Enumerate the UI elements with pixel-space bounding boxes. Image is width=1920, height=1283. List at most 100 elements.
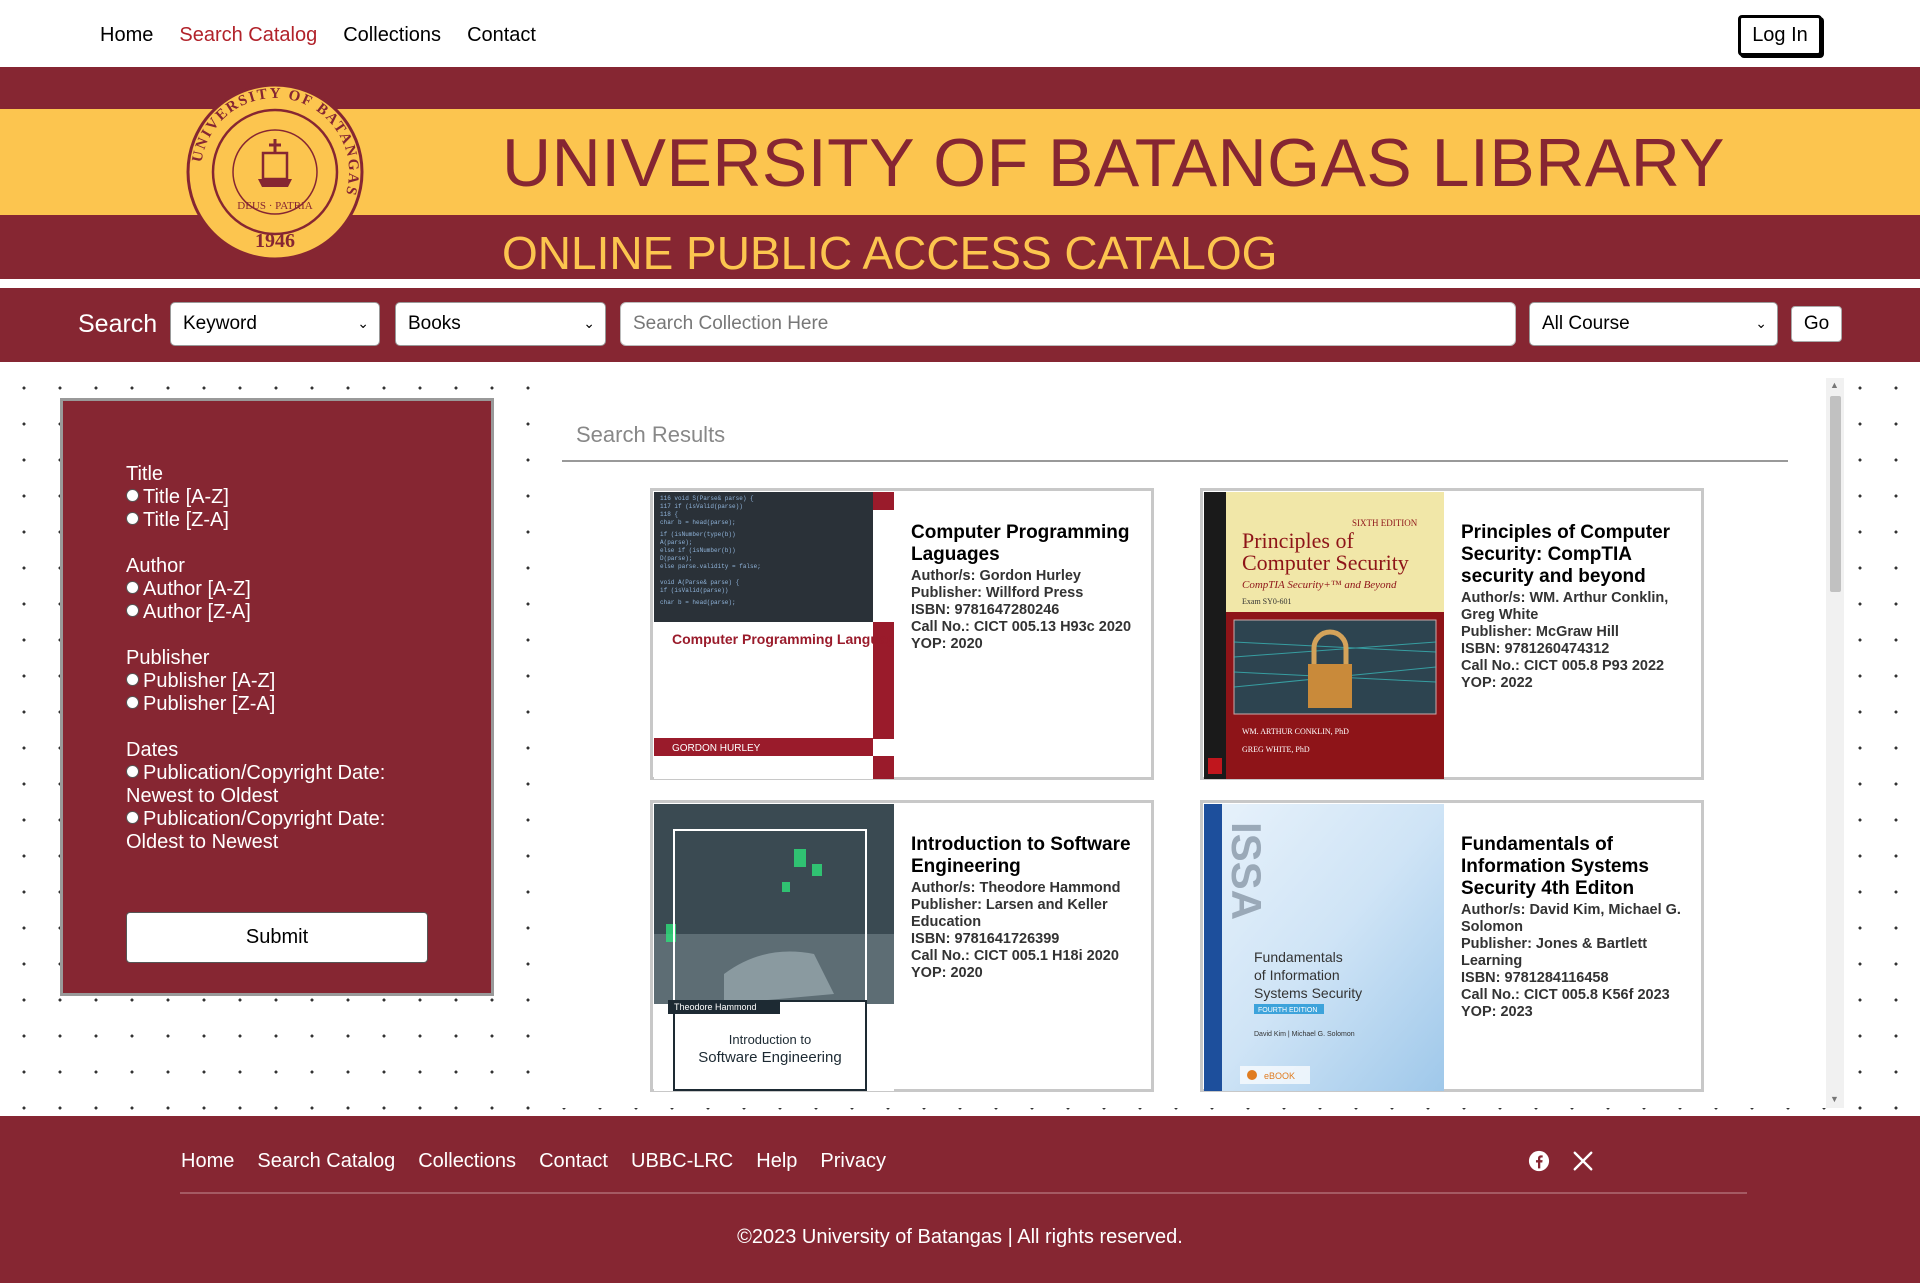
svg-text:DEUS · PATRIA: DEUS · PATRIA bbox=[237, 200, 312, 212]
university-seal-logo: UNIVERSITY OF BATANGAS 1946 DEUS · PATRI… bbox=[186, 83, 364, 261]
radio-author-az[interactable]: Author [A-Z] bbox=[126, 578, 426, 601]
book-cover: Theodore Hammond Introduction to Softwar… bbox=[654, 804, 894, 1091]
nav-search-catalog[interactable]: Search Catalog bbox=[179, 24, 317, 47]
book-yop: YOP: 2022 bbox=[1461, 675, 1533, 691]
svg-text:117 if (isValid(parse)): 117 if (isValid(parse)) bbox=[660, 503, 743, 510]
svg-text:116 void S(Parse& parse) {: 116 void S(Parse& parse) { bbox=[660, 495, 754, 502]
radio-date-newest[interactable]: Publication/Copyright Date: Newest to Ol… bbox=[126, 762, 426, 808]
book-isbn: ISBN: 9781284116458 bbox=[1461, 970, 1609, 986]
radio-publisher-za[interactable]: Publisher [Z-A] bbox=[126, 693, 426, 716]
material-type-select-value: Books bbox=[408, 313, 461, 334]
svg-text:else parse.validity = false;: else parse.validity = false; bbox=[660, 563, 761, 570]
library-banner: UNIVERSITY OF BATANGAS 1946 DEUS · PATRI… bbox=[0, 67, 1920, 279]
book-publisher: Publisher: Jones & Bartlett Learning bbox=[1461, 936, 1648, 969]
footer-link-contact[interactable]: Contact bbox=[539, 1150, 608, 1173]
chevron-down-icon: ⌄ bbox=[583, 315, 595, 331]
book-card[interactable]: SIXTH EDITION Principles of Computer Sec… bbox=[1200, 488, 1704, 780]
filter-group-title: Title Title [A-Z] Title [Z-A] bbox=[126, 463, 426, 532]
book-card[interactable]: 116 void S(Parse& parse) { 117 if (isVal… bbox=[650, 488, 1154, 780]
book-card[interactable]: Theodore Hammond Introduction to Softwar… bbox=[650, 800, 1154, 1092]
submit-button[interactable]: Submit bbox=[126, 912, 428, 963]
filter-group-dates: Dates Publication/Copyright Date: Newest… bbox=[126, 739, 426, 854]
cover-author: Theodore Hammond bbox=[674, 1002, 757, 1012]
radio-icon[interactable] bbox=[126, 489, 139, 502]
radio-icon[interactable] bbox=[126, 512, 139, 525]
cover-exam: Exam SY0-601 bbox=[1242, 597, 1292, 606]
search-field-select[interactable]: Keyword ⌄ bbox=[170, 302, 380, 346]
radio-icon[interactable] bbox=[126, 811, 139, 824]
nav-home[interactable]: Home bbox=[100, 24, 153, 47]
banner-subtitle: ONLINE PUBLIC ACCESS CATALOG bbox=[502, 227, 1278, 279]
book-cover: SIXTH EDITION Principles of Computer Sec… bbox=[1204, 492, 1444, 779]
book-title[interactable]: Principles of Computer Security: CompTIA… bbox=[1461, 522, 1693, 588]
footer-link-help[interactable]: Help bbox=[756, 1150, 797, 1173]
x-icon[interactable] bbox=[1572, 1150, 1594, 1172]
sort-filter-panel: Title Title [A-Z] Title [Z-A] Author Aut… bbox=[60, 398, 494, 996]
radio-icon[interactable] bbox=[126, 673, 139, 686]
chevron-down-icon: ⌄ bbox=[1755, 315, 1767, 331]
footer-link-search-catalog[interactable]: Search Catalog bbox=[257, 1150, 395, 1173]
svg-text:if (isNumber(type(b)): if (isNumber(type(b)) bbox=[660, 531, 736, 538]
radio-label: Publisher [Z-A] bbox=[143, 693, 276, 715]
scroll-up-arrow-icon[interactable]: ▲ bbox=[1830, 380, 1839, 390]
book-yop: YOP: 2020 bbox=[911, 636, 983, 652]
cover-authors: David Kim | Michael G. Solomon bbox=[1254, 1031, 1355, 1038]
radio-label: Author [Z-A] bbox=[143, 601, 251, 623]
filter-heading: Author bbox=[126, 555, 185, 577]
nav-collections[interactable]: Collections bbox=[343, 24, 441, 47]
nav-contact[interactable]: Contact bbox=[467, 24, 536, 47]
book-call-no: Call No.: CICT 005.1 H18i 2020 bbox=[911, 948, 1119, 964]
book-cover: 116 void S(Parse& parse) { 117 if (isVal… bbox=[654, 492, 894, 779]
radio-title-az[interactable]: Title [A-Z] bbox=[126, 486, 426, 509]
radio-label: Author [A-Z] bbox=[143, 578, 251, 600]
radio-date-oldest[interactable]: Publication/Copyright Date: Oldest to Ne… bbox=[126, 808, 426, 854]
results-scrollbar[interactable]: ▲ ▼ bbox=[1826, 378, 1844, 1108]
book-title[interactable]: Fundamentals of Information Systems Secu… bbox=[1461, 834, 1693, 900]
book-title[interactable]: Introduction to Software Engineering bbox=[911, 834, 1143, 878]
facebook-icon[interactable] bbox=[1528, 1150, 1550, 1172]
footer-link-home[interactable]: Home bbox=[181, 1150, 234, 1173]
radio-icon[interactable] bbox=[126, 765, 139, 778]
book-authors: Author/s: WM. Arthur Conklin, Greg White bbox=[1461, 590, 1669, 623]
filter-heading: Publisher bbox=[126, 647, 210, 669]
radio-label: Publication/Copyright Date: Oldest to Ne… bbox=[126, 808, 386, 853]
book-yop: YOP: 2023 bbox=[1461, 1004, 1533, 1020]
material-type-select[interactable]: Books ⌄ bbox=[395, 302, 606, 346]
svg-text:char b = head(parse);: char b = head(parse); bbox=[660, 599, 736, 606]
scroll-down-arrow-icon[interactable]: ▼ bbox=[1830, 1094, 1839, 1104]
radio-label: Publisher [A-Z] bbox=[143, 670, 276, 692]
book-title[interactable]: Computer Programming Laguages bbox=[911, 522, 1143, 566]
radio-label: Title [Z-A] bbox=[143, 509, 229, 531]
search-label: Search bbox=[78, 310, 158, 338]
cover-badge: eBOOK bbox=[1264, 1071, 1295, 1081]
course-select-value: All Course bbox=[1542, 313, 1630, 334]
login-button[interactable]: Log In bbox=[1738, 15, 1822, 56]
search-bar: Search Keyword ⌄ Books ⌄ Search Collecti… bbox=[0, 288, 1920, 362]
book-info: Computer Programming Laguages Author/s: … bbox=[911, 522, 1143, 653]
radio-icon[interactable] bbox=[126, 604, 139, 617]
scrollbar-thumb[interactable] bbox=[1830, 396, 1841, 592]
book-isbn: ISBN: 9781641726399 bbox=[911, 931, 1060, 947]
search-results-panel: Search Results 116 void S(Parse& parse) … bbox=[548, 378, 1844, 1108]
social-links bbox=[1528, 1150, 1594, 1172]
footer-link-privacy[interactable]: Privacy bbox=[820, 1150, 886, 1173]
radio-icon[interactable] bbox=[126, 581, 139, 594]
book-authors: Author/s: Gordon Hurley bbox=[911, 568, 1081, 584]
footer-link-collections[interactable]: Collections bbox=[418, 1150, 516, 1173]
footer-links: Home Search Catalog Collections Contact … bbox=[181, 1150, 886, 1173]
radio-label: Publication/Copyright Date: Newest to Ol… bbox=[126, 762, 386, 807]
go-button[interactable]: Go bbox=[1791, 306, 1842, 342]
radio-publisher-az[interactable]: Publisher [A-Z] bbox=[126, 670, 426, 693]
book-info: Introduction to Software Engineering Aut… bbox=[911, 834, 1143, 982]
radio-title-za[interactable]: Title [Z-A] bbox=[126, 509, 426, 532]
footer-link-ubbc-lrc[interactable]: UBBC-LRC bbox=[631, 1150, 733, 1173]
svg-text:1946: 1946 bbox=[255, 230, 295, 252]
course-select[interactable]: All Course ⌄ bbox=[1529, 302, 1778, 346]
radio-author-za[interactable]: Author [Z-A] bbox=[126, 601, 426, 624]
search-input[interactable]: Search Collection Here bbox=[620, 302, 1516, 346]
book-card[interactable]: ISSA Fundamentals of Information Systems… bbox=[1200, 800, 1704, 1092]
content-area: Title Title [A-Z] Title [Z-A] Author Aut… bbox=[0, 362, 1920, 1116]
filter-group-publisher: Publisher Publisher [A-Z] Publisher [Z-A… bbox=[126, 647, 426, 716]
radio-icon[interactable] bbox=[126, 696, 139, 709]
book-call-no: Call No.: CICT 005.13 H93c 2020 bbox=[911, 619, 1132, 635]
